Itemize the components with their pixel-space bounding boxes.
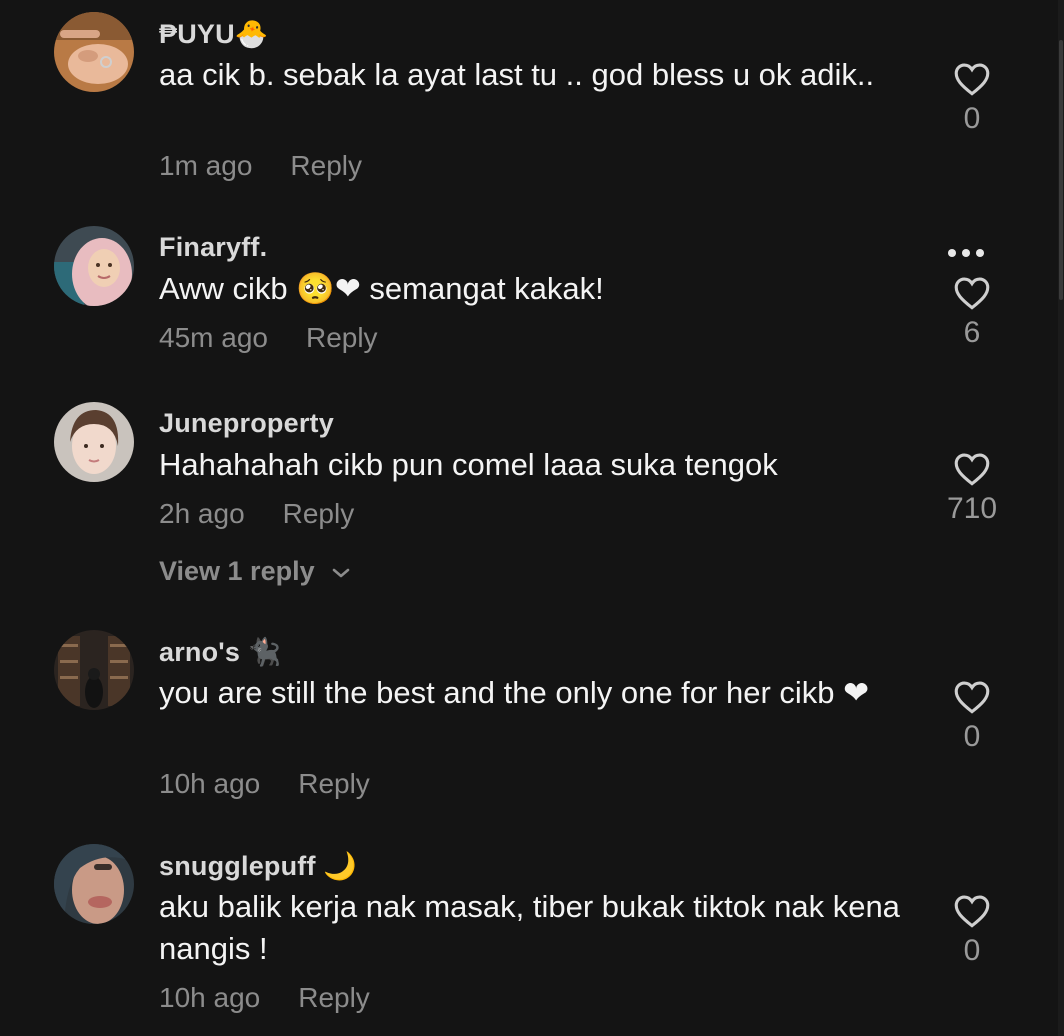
like-count: 0 [963,102,981,135]
view-replies-button[interactable]: View 1 reply [159,556,352,587]
comment-username[interactable]: arno's 🐈‍⬛ [159,636,282,668]
reply-button[interactable]: Reply [298,768,370,799]
comment-username[interactable]: snugglepuff 🌙 [159,850,357,882]
hand-ring-avatar-icon [54,12,134,92]
comment-timestamp: 10h ago [159,768,261,799]
view-replies-label: View 1 reply [159,556,315,586]
hijab-woman-avatar-icon [54,226,134,306]
heart-outline-icon [954,453,990,486]
scrollbar[interactable] [1058,0,1064,1036]
avatar[interactable] [54,12,134,92]
heart-outline-icon [954,895,990,928]
bookshelf-avatar-icon [54,630,134,710]
comment-username[interactable]: Juneproperty [159,408,334,439]
comment-username[interactable]: Finaryff. [159,232,267,263]
comment-timestamp: 45m ago [159,322,268,353]
like-count: 0 [963,720,981,753]
like-count: 6 [963,316,981,349]
heart-outline-icon [954,681,990,714]
comment-meta: 10h ago Reply [159,982,370,1014]
heart-outline-icon [954,63,990,96]
comment-text: Aww cikb 🥺❤ semangat kakak! [159,271,604,306]
comment-timestamp: 1m ago [159,150,253,181]
reply-button[interactable]: Reply [298,982,370,1013]
comment-text: you are still the best and the only one … [159,675,870,710]
comment-timestamp: 10h ago [159,982,261,1013]
comment-timestamp: 2h ago [159,498,245,529]
comment-meta: 10h ago Reply [159,768,370,800]
comment-meta: 1m ago Reply [159,150,362,182]
avatar[interactable] [54,226,134,306]
more-dots-icon[interactable] [948,244,996,257]
like-button[interactable]: 0 [932,680,1012,754]
comment-text: aku balik kerja nak masak, tiber bukak t… [159,889,900,966]
comment-text: Hahahahah cikb pun comel laaa suka tengo… [159,447,778,482]
comment-text: aa cik b. sebak la ayat last tu .. god b… [159,57,875,92]
reply-button[interactable]: Reply [290,150,362,181]
like-button[interactable]: 0 [932,62,1012,136]
avatar[interactable] [54,844,134,924]
comment-username[interactable]: ₱UYU🐣 [159,18,269,50]
like-button[interactable]: 0 [932,894,1012,968]
like-button[interactable]: 710 [932,452,1012,526]
heart-outline-icon [954,277,990,310]
like-button[interactable]: 6 [932,276,1012,350]
face-closeup-avatar-icon [54,844,134,924]
like-count: 710 [946,492,998,525]
woman-portrait-avatar-icon [54,402,134,482]
scrollbar-thumb[interactable] [1059,40,1063,300]
avatar[interactable] [54,630,134,710]
reply-button[interactable]: Reply [283,498,355,529]
comment-meta: 2h ago Reply [159,498,354,530]
comment-meta: 45m ago Reply [159,322,378,354]
reply-button[interactable]: Reply [306,322,378,353]
like-count: 0 [963,934,981,967]
avatar[interactable] [54,402,134,482]
chevron-down-icon [332,568,350,578]
